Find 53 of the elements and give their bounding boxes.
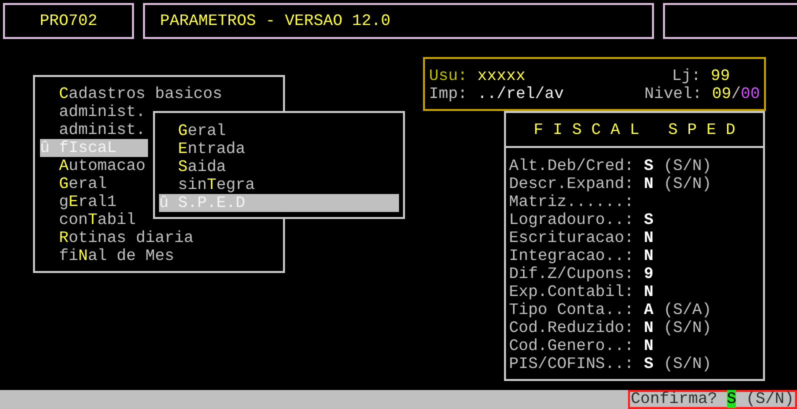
- printer-label: Imp:: [429, 85, 468, 103]
- field-label: Alt.Deb/Cred:: [509, 157, 634, 175]
- menu-item[interactable]: Cadastros basicos: [40, 85, 222, 103]
- field-hint: (S/N): [663, 319, 712, 337]
- field-label: Dif.Z/Cupons:: [509, 265, 634, 283]
- menu-item[interactable]: gEral1: [40, 193, 148, 211]
- menu-item[interactable]: Saida: [159, 158, 399, 176]
- field-value[interactable]: A: [644, 301, 654, 319]
- field-label: Integracao..:: [509, 247, 634, 265]
- store-value: 99: [710, 67, 730, 85]
- store-label: Lj:: [672, 67, 701, 85]
- program-code: PRO702: [40, 12, 98, 30]
- user-value: xxxxx: [477, 67, 526, 85]
- field-value[interactable]: N: [644, 283, 654, 301]
- field-value[interactable]: N: [644, 229, 654, 247]
- menu-item[interactable]: conTabil: [40, 211, 148, 229]
- level-value: 09/00: [712, 85, 760, 103]
- printer-value: ../rel/av: [477, 85, 564, 103]
- field-label: Descr.Expand:: [509, 175, 634, 193]
- field-label: Logradouro..:: [509, 211, 634, 229]
- field-value[interactable]: S: [644, 157, 654, 175]
- field-hint: (S/N): [663, 157, 712, 175]
- field-value[interactable]: N: [644, 337, 654, 355]
- panel-title: F I S C A L S P E D: [534, 120, 736, 138]
- field-value[interactable]: N: [644, 247, 654, 265]
- field-label: Exp.Contabil:: [509, 283, 634, 301]
- field-label: Tipo Conta..:: [509, 301, 634, 319]
- field-value[interactable]: N: [644, 175, 654, 193]
- menu-item[interactable]: Automacao: [40, 157, 148, 175]
- field-label: Matriz......:: [509, 193, 634, 211]
- confirm-prompt[interactable]: Confirma? S (S/N): [628, 390, 797, 409]
- menu-item[interactable]: Geral: [40, 175, 148, 193]
- screen-title: PARAMETROS - VERSAO 12.0: [160, 12, 390, 30]
- field-label: PIS/COFINS..:: [509, 355, 634, 373]
- user-label: Usu:: [429, 67, 468, 85]
- menu-item[interactable]: administ.: [40, 103, 148, 121]
- menu-item[interactable]: sinTegra: [159, 176, 399, 194]
- field-value[interactable]: S: [644, 211, 654, 229]
- menu-item[interactable]: fiNal de Mes: [40, 247, 174, 265]
- field-label: Cod.Reduzido:: [509, 319, 634, 337]
- menu-item[interactable]: Geral: [159, 122, 399, 140]
- field-value[interactable]: S: [644, 355, 654, 373]
- menu-item[interactable]: administ.: [40, 121, 148, 139]
- field-hint: (S/A): [663, 301, 712, 319]
- field-hint: (S/N): [663, 175, 712, 193]
- menu-item[interactable]: Entrada: [159, 140, 399, 158]
- field-label: Escrituracao:: [509, 229, 634, 247]
- field-value[interactable]: 9: [644, 265, 654, 283]
- field-hint: (S/N): [663, 355, 712, 373]
- field-label: Cod.Genero..:: [509, 337, 634, 355]
- field-value[interactable]: N: [644, 319, 654, 337]
- menu-item[interactable]: Rotinas diaria: [40, 229, 194, 247]
- level-label: Nivel:: [644, 85, 702, 103]
